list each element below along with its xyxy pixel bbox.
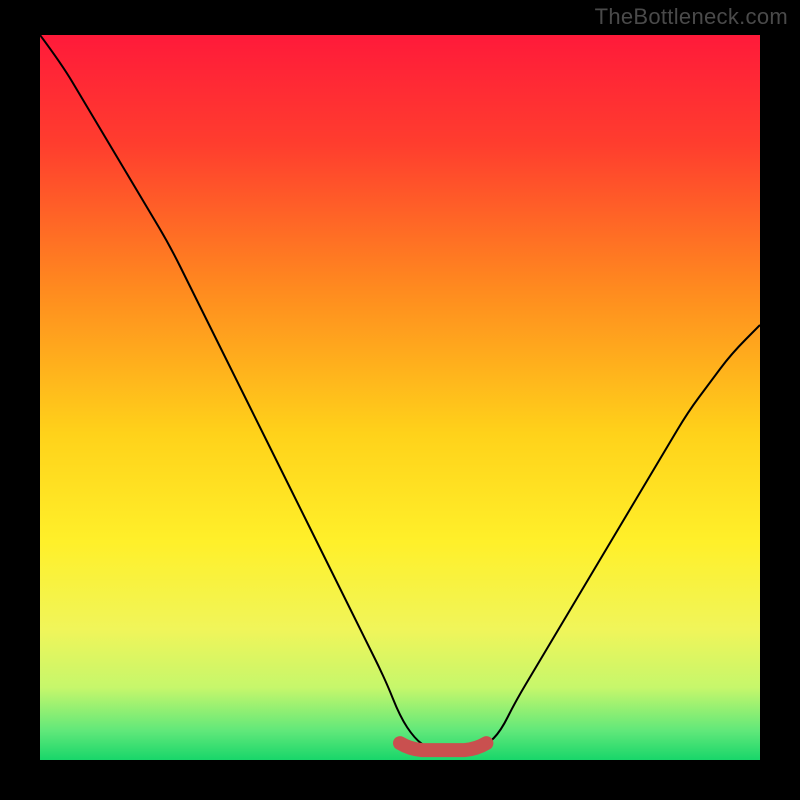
chart-svg: [40, 35, 760, 760]
chart-frame: TheBottleneck.com: [0, 0, 800, 800]
watermark-text: TheBottleneck.com: [595, 4, 788, 30]
optimal-range-highlight: [400, 743, 486, 750]
plot-area: [40, 35, 760, 760]
gradient-background: [40, 35, 760, 760]
